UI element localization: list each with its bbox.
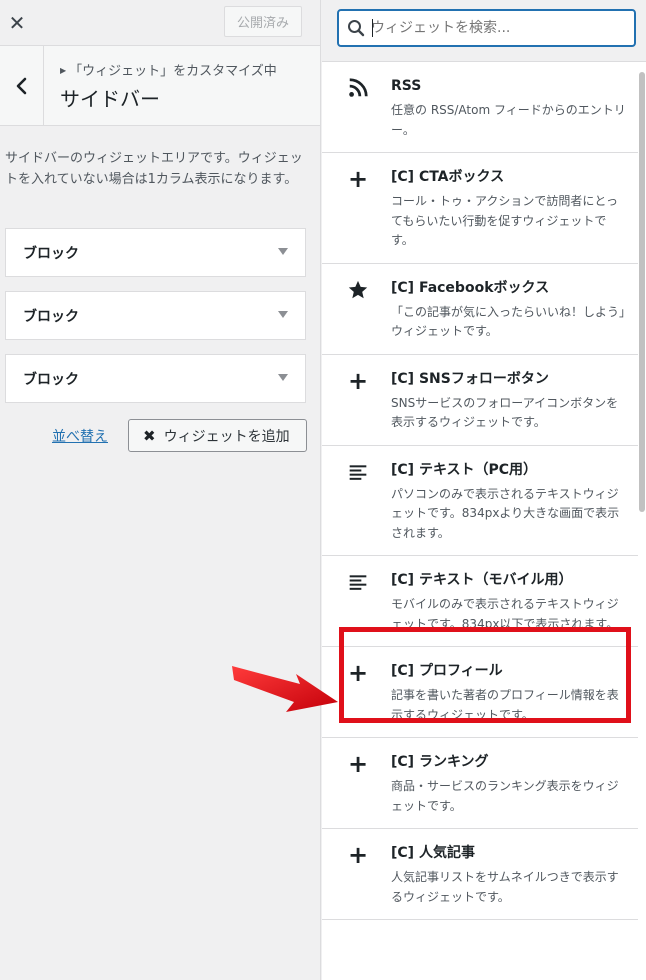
widget-description: 「この記事が気に入ったらいいね！しよう」ウィジェットです。 <box>391 304 626 339</box>
widget-block-row[interactable]: ブロック <box>5 291 306 340</box>
widget-block-row[interactable]: ブロック <box>5 354 306 403</box>
widget-actions: 並べ替え ✖ ウィジェットを追加 <box>0 417 320 457</box>
triangle-right-icon: ▶ <box>60 66 67 75</box>
widget-description: 任意の RSS/Atom フィードからのエントリー。 <box>391 103 626 137</box>
back-button[interactable] <box>0 46 44 126</box>
widget-description: パソコンのみで表示されるテキストウィジェットです。834pxより大きな画面で表示… <box>391 486 620 540</box>
widget-item-popular-posts[interactable]: + [C] 人気記事 人気記事リストをサムネイルつきで表示するウィジェットです。 <box>322 829 638 920</box>
search-icon <box>348 20 365 37</box>
customizer-pane: ✕ 公開済み ▶ 「ウィジェット」をカスタマイズ中 サイドバー サイドバーのウィジ… <box>0 0 321 980</box>
plus-icon: + <box>347 366 369 395</box>
widget-title: [C] テキスト（PC用） <box>391 461 538 478</box>
widget-item-ranking[interactable]: + [C] ランキング 商品・サービスのランキング表示をウィジェットです。 <box>322 738 638 829</box>
widget-block-row[interactable]: ブロック <box>5 228 306 277</box>
reorder-link[interactable]: 並べ替え <box>52 426 108 446</box>
text-caret <box>372 19 373 37</box>
breadcrumb-text: 「ウィジェット」をカスタマイズ中 <box>69 64 277 79</box>
available-widgets-panel: RSS 任意の RSS/Atom フィードからのエントリー。 + [C] CTA… <box>322 0 646 980</box>
widget-block-label: ブロック <box>23 372 79 388</box>
text-align-icon <box>346 460 370 484</box>
widget-item-rss[interactable]: RSS 任意の RSS/Atom フィードからのエントリー。 <box>322 62 638 153</box>
widget-title: [C] 人気記事 <box>391 845 475 861</box>
sidebar-description: サイドバーのウィジェットエリアです。ウィジェットを入れていない場合は1カラム表示… <box>5 151 303 187</box>
plus-icon: + <box>347 841 369 869</box>
breadcrumb: ▶ 「ウィジェット」をカスタマイズ中 <box>60 60 277 79</box>
close-icon[interactable]: ✕ <box>0 0 34 46</box>
widget-description: 人気記事リストをサムネイルつきで表示するウィジェットです。 <box>391 870 619 904</box>
widget-block-label: ブロック <box>23 309 79 325</box>
section-title: サイドバー <box>60 87 160 111</box>
widget-search-bar <box>322 0 646 62</box>
widget-description: 商品・サービスのランキング表示をウィジェットです。 <box>391 779 619 813</box>
search-input[interactable] <box>371 13 626 43</box>
widget-title: [C] ランキング <box>391 754 489 770</box>
widget-title: [C] テキスト（モバイル用） <box>391 572 573 588</box>
widget-description: コール・トゥ・アクションで訪問者にとってもらいたい行動を促すウィジェットです。 <box>391 194 619 247</box>
publish-button[interactable]: 公開済み <box>223 6 302 37</box>
section-header: ▶ 「ウィジェット」をカスタマイズ中 サイドバー <box>0 46 320 126</box>
widget-item-facebook-box[interactable]: [C] Facebookボックス 「この記事が気に入ったらいいね！しよう」ウィジ… <box>322 264 638 355</box>
widget-item-sns-follow[interactable]: + [C] SNSフォローボタン SNSサービスのフォローアイコンボタンを表示す… <box>322 355 638 446</box>
text-align-icon <box>346 570 370 594</box>
star-icon <box>346 278 370 302</box>
close-icon: ✖ <box>143 426 156 445</box>
widget-item-cta-box[interactable]: + [C] CTAボックス コール・トゥ・アクションで訪問者にとってもらいたい行… <box>322 153 638 264</box>
widget-description: SNSサービスのフォローアイコンボタンを表示するウィジェットです。 <box>391 395 619 430</box>
widget-title: RSS <box>391 78 422 94</box>
scrollbar[interactable] <box>638 62 646 980</box>
caret-down-icon[interactable] <box>278 248 288 255</box>
rss-icon <box>346 76 370 100</box>
customizer-header: ✕ 公開済み <box>0 0 320 46</box>
scrollbar-thumb[interactable] <box>639 72 645 512</box>
widget-title: [C] SNSフォローボタン <box>391 370 549 387</box>
caret-down-icon[interactable] <box>278 374 288 381</box>
add-widget-button[interactable]: ✖ ウィジェットを追加 <box>128 419 307 452</box>
highlight-box <box>339 627 631 723</box>
widget-block-label: ブロック <box>23 246 79 262</box>
widget-title: [C] Facebookボックス <box>391 279 550 296</box>
widget-item-text-pc[interactable]: [C] テキスト（PC用） パソコンのみで表示されるテキストウィジェットです。8… <box>322 446 638 556</box>
add-widget-label: ウィジェットを追加 <box>163 428 290 445</box>
chevron-left-icon <box>16 77 26 95</box>
caret-down-icon[interactable] <box>278 311 288 318</box>
search-box[interactable] <box>337 9 636 47</box>
annotation-arrow-icon <box>232 666 338 712</box>
plus-icon: + <box>347 165 369 193</box>
plus-icon: + <box>347 750 369 778</box>
widget-title: [C] CTAボックス <box>391 169 505 185</box>
widget-list: RSS 任意の RSS/Atom フィードからのエントリー。 + [C] CTA… <box>322 62 638 920</box>
